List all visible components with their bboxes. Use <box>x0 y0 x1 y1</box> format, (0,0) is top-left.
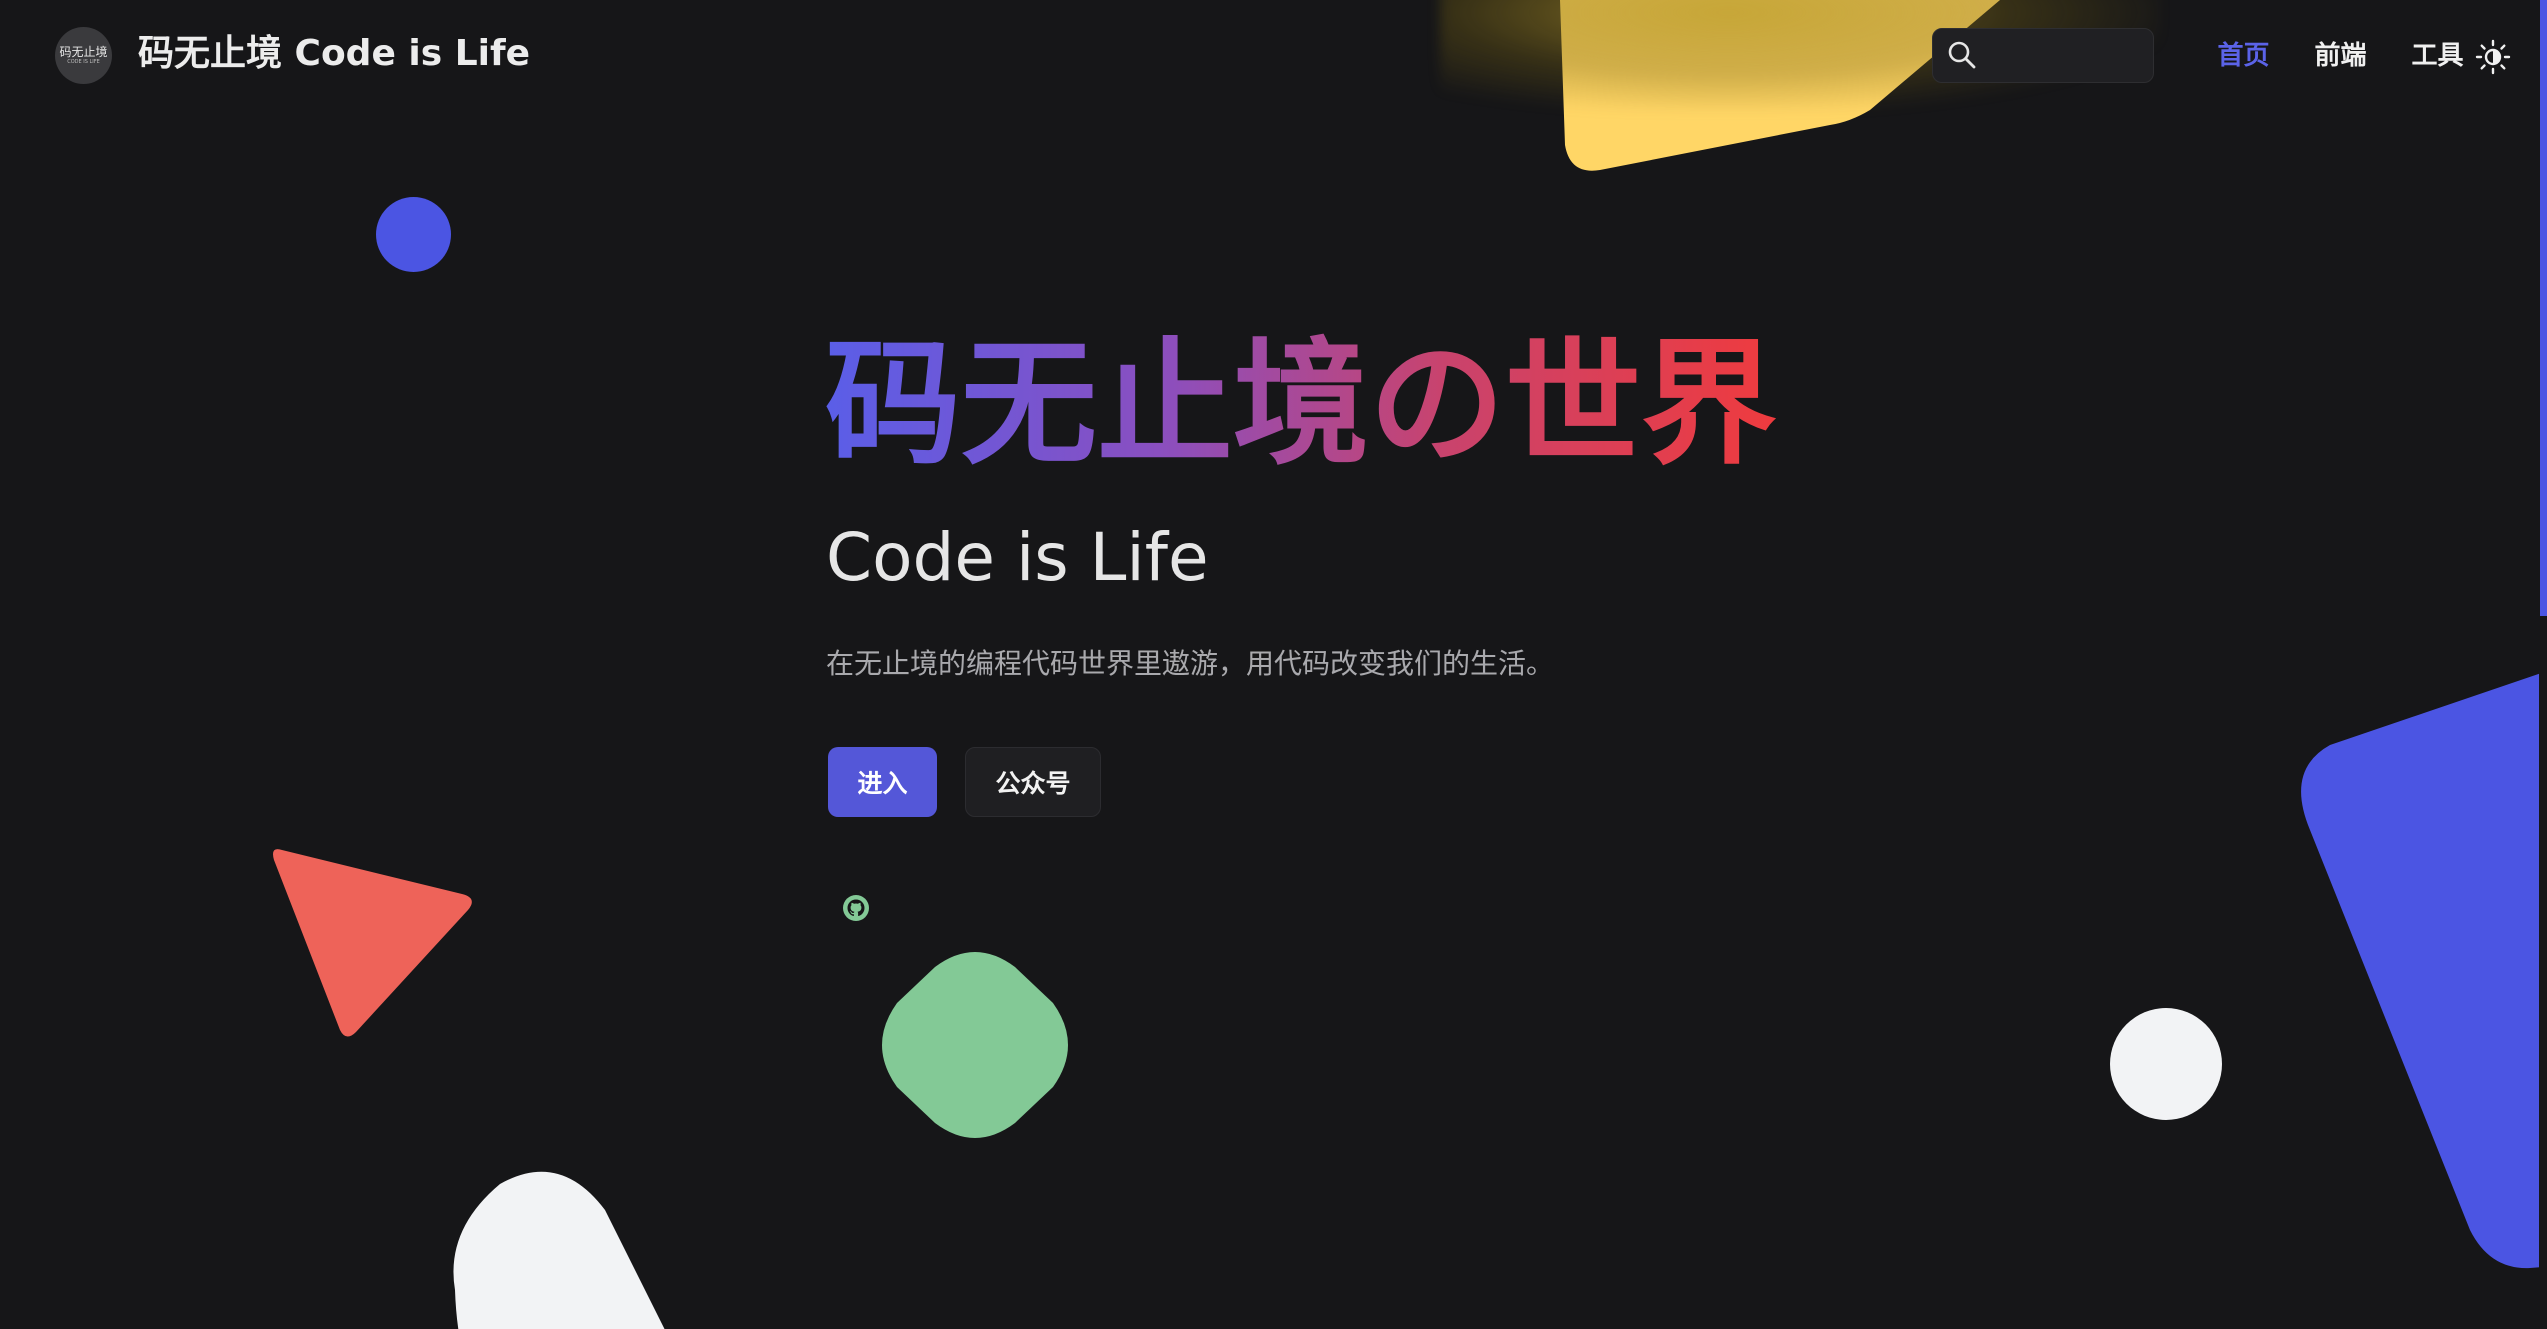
hero-subtitle: Code is Life <box>826 519 1209 596</box>
scrollbar-thumb[interactable] <box>2540 0 2547 616</box>
blue-circle-decoration <box>376 197 451 272</box>
github-icon[interactable] <box>841 893 871 923</box>
main-nav: 首页 前端 工具 <box>2195 34 2486 78</box>
search-input[interactable] <box>1985 35 2149 77</box>
green-blob-decoration <box>882 952 1068 1138</box>
site-title[interactable]: 码无止境 Code is Life <box>138 28 530 80</box>
white-circle-decoration <box>2110 1008 2222 1120</box>
sun-icon[interactable] <box>2474 38 2512 76</box>
enter-button[interactable]: 进入 <box>828 747 937 817</box>
logo-text: 码无止境 <box>59 44 108 59</box>
wechat-account-button[interactable]: 公众号 <box>965 747 1101 817</box>
header: 码无止境 CODE IS LIFE 码无止境 Code is Life 首页 前… <box>0 0 2547 112</box>
white-pill-decoration <box>453 1171 665 1329</box>
site-logo[interactable]: 码无止境 CODE IS LIFE <box>55 27 112 84</box>
nav-item-home[interactable]: 首页 <box>2195 34 2292 78</box>
hero-description: 在无止境的编程代码世界里遨游，用代码改变我们的生活。 <box>826 647 1555 680</box>
logo-subtext: CODE IS LIFE <box>67 58 100 65</box>
page: 码无止境 CODE IS LIFE 码无止境 Code is Life 首页 前… <box>0 0 2547 1329</box>
blue-shape-decoration <box>2301 671 2547 1269</box>
nav-item-tools[interactable]: 工具 <box>2389 34 2486 78</box>
nav-item-frontend[interactable]: 前端 <box>2292 34 2389 78</box>
search-box[interactable] <box>1932 28 2154 83</box>
search-icon <box>1948 41 1976 69</box>
red-triangle-decoration <box>273 849 472 1037</box>
hero-title: 码无止境の世界 <box>825 326 1777 484</box>
